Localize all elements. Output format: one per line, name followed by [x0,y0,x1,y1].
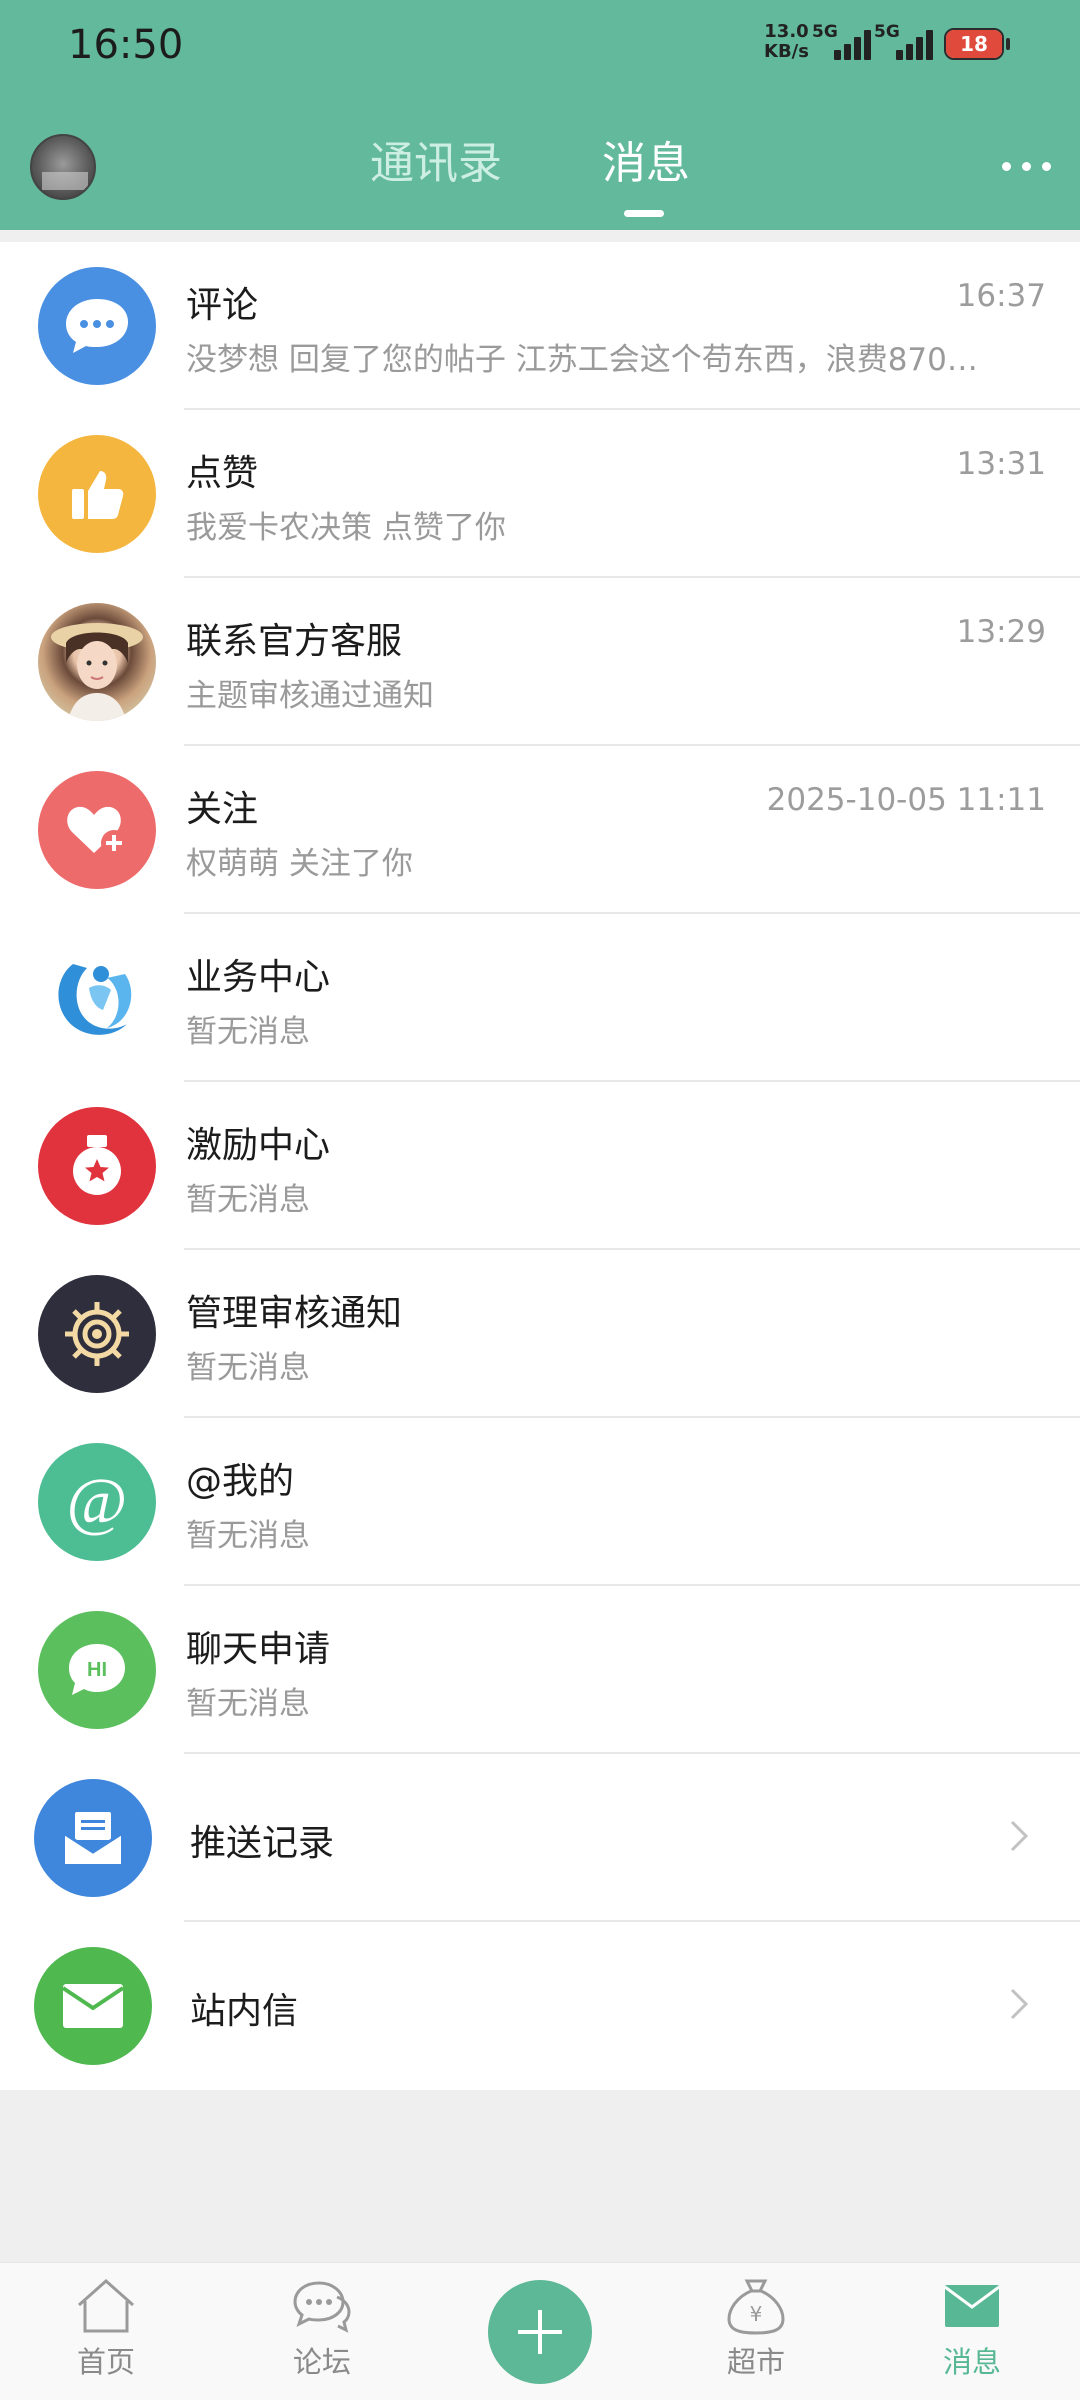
push-records-icon [34,1779,152,1897]
item-title: 管理审核通知 [186,1293,403,1334]
forum-icon [293,2281,351,2333]
item-title: 聊天申请 [186,1629,331,1670]
gear-icon [38,1275,156,1393]
list-item-mentions[interactable]: @ @我的 暂无消息 [0,1418,1080,1586]
list-item-follows[interactable]: 关注 权萌萌 关注了你 2025-10-05 11:11 [0,746,1080,914]
nav-label: 消息 [942,2345,1001,2379]
nav-messages[interactable]: 消息 [912,2277,1032,2397]
add-button[interactable] [488,2280,592,2384]
medal-icon [38,1107,156,1225]
item-subtitle: 暂无消息 [186,1350,310,1386]
item-title: 关注 [186,789,259,830]
item-title: 激励中心 [186,1125,331,1166]
thumbs-up-icon [38,435,156,553]
status-time: 16:50 [68,22,184,68]
item-title: 业务中心 [186,957,331,998]
item-title: 点赞 [186,453,259,494]
plus-icon [518,2310,562,2354]
item-subtitle: 暂无消息 [186,1014,310,1050]
item-time: 13:29 [956,614,1046,650]
signal-icon: 5G [812,20,878,62]
nav-forum[interactable]: 论坛 [262,2277,382,2397]
list-item-official-support[interactable]: 联系官方客服 主题审核通过通知 13:29 [0,578,1080,746]
signal-icon: 5G [874,20,940,62]
chevron-right-icon [1010,1820,1029,1852]
net-speed: 13.0 KB/s [764,21,809,62]
comment-icon [38,267,156,385]
chevron-right-icon [1010,1988,1029,2020]
mail-icon [944,2285,1000,2327]
svg-text:HI: HI [87,1659,107,1681]
item-subtitle: 主题审核通过通知 [186,678,434,714]
battery-icon: 18 [944,28,1004,60]
support-avatar [38,603,156,721]
list-item-business-center[interactable]: 业务中心 暂无消息 [0,914,1080,1082]
item-subtitle: 权萌萌 关注了你 [186,846,413,882]
business-center-icon [38,939,156,1057]
item-title: 评论 [186,285,259,326]
list-item-admin-review[interactable]: 管理审核通知 暂无消息 [0,1250,1080,1418]
item-subtitle: 没梦想 回复了您的帖子 江苏工会这个苟东西，浪费870… [186,342,978,378]
header: 16:50 13.0 KB/s 5G 5G 18 通讯录 消息 [0,0,1080,230]
user-avatar[interactable] [30,134,96,200]
nav-label: 超市 [726,2345,785,2379]
mail-icon [34,1947,152,2065]
home-icon [78,2278,134,2333]
item-subtitle: 暂无消息 [186,1518,310,1554]
item-time: 2025-10-05 11:11 [766,782,1046,818]
at-icon: @ [38,1443,156,1561]
heart-plus-icon [38,771,156,889]
more-icon[interactable] [1000,160,1056,174]
list-item-chat-requests[interactable]: HI 聊天申请 暂无消息 [0,1586,1080,1754]
item-title: 联系官方客服 [186,621,403,662]
item-title: @我的 [186,1461,295,1502]
item-title: 站内信 [190,1991,299,2032]
item-subtitle: 暂无消息 [186,1182,310,1218]
item-subtitle: 我爱卡农决策 点赞了你 [186,510,506,546]
tab-messages[interactable]: 消息 [602,134,690,194]
list-item-likes[interactable]: 点赞 我爱卡农决策 点赞了你 13:31 [0,410,1080,578]
status-bar: 16:50 13.0 KB/s 5G 5G 18 [0,0,1080,90]
list-item-incentive-center[interactable]: 激励中心 暂无消息 [0,1082,1080,1250]
list-item-push-records[interactable]: 推送记录 [0,1754,1080,1922]
message-list: 评论 没梦想 回复了您的帖子 江苏工会这个苟东西，浪费870… 16:37 点赞… [0,242,1080,2090]
chat-hi-icon: HI [38,1611,156,1729]
nav-market[interactable]: ¥ 超市 [696,2277,816,2397]
money-bag-icon: ¥ [727,2279,785,2335]
item-time: 16:37 [956,278,1046,314]
list-item-inbox[interactable]: 站内信 [0,1922,1080,2090]
nav-label: 首页 [76,2345,135,2379]
nav-label: 论坛 [292,2345,351,2379]
list-item-comments[interactable]: 评论 没梦想 回复了您的帖子 江苏工会这个苟东西，浪费870… 16:37 [0,242,1080,410]
item-time: 13:31 [956,446,1046,482]
tab-contacts[interactable]: 通讯录 [370,134,502,194]
item-title: 推送记录 [190,1823,335,1864]
active-tab-indicator [624,210,664,217]
svg-text:¥: ¥ [750,2302,763,2326]
battery-cap [1006,38,1010,50]
nav-home[interactable]: 首页 [46,2277,166,2397]
item-subtitle: 暂无消息 [186,1686,310,1722]
